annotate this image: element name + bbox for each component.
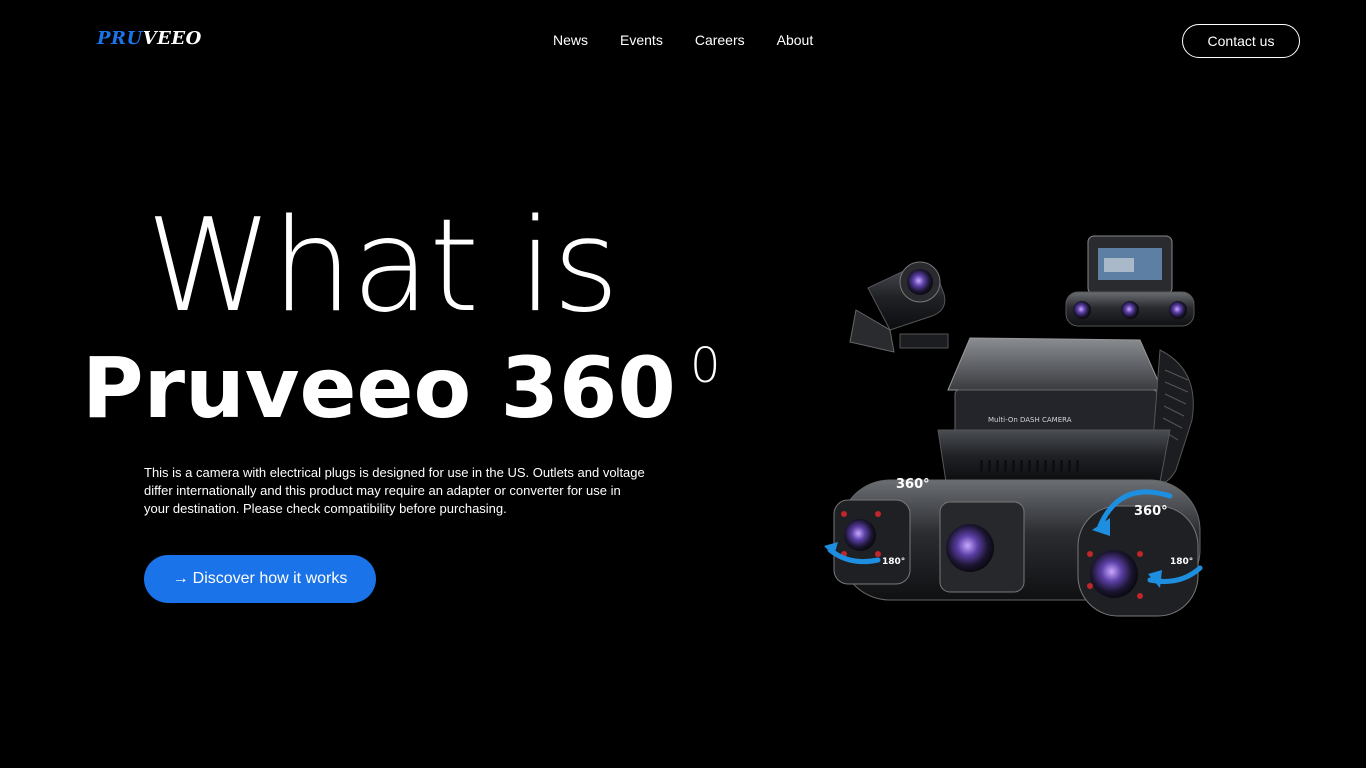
angle-label-right: 180° bbox=[1170, 557, 1193, 567]
screen-camera-illustration bbox=[1065, 235, 1195, 327]
rear-camera-illustration bbox=[849, 261, 949, 353]
discover-button-label: Discover how it works bbox=[192, 570, 348, 587]
main-camera-illustration: Multi-On DASH CAMERA bbox=[833, 337, 1201, 617]
nav-item-careers[interactable]: Careers bbox=[695, 31, 745, 49]
hero-title-line1: What is bbox=[146, 192, 619, 341]
nav-item-about[interactable]: About bbox=[777, 31, 814, 49]
page: PRUVEEO News Events Careers About Contac… bbox=[0, 0, 1366, 768]
dash-camera-image: Multi-On DASH CAMERA 360° 360° 180° 180° bbox=[824, 235, 1203, 617]
rotation-label-right: 360° bbox=[1134, 504, 1168, 519]
logo[interactable]: PRUVEEO bbox=[97, 28, 202, 50]
main-nav: News Events Careers About bbox=[553, 31, 813, 49]
camera-brand-text: Multi-On DASH CAMERA bbox=[988, 416, 1072, 424]
discover-button[interactable]: → Discover how it works bbox=[144, 555, 376, 603]
rotation-label-left: 360° bbox=[896, 477, 930, 492]
contact-us-button[interactable]: Contact us bbox=[1182, 24, 1300, 58]
hero-title-superscript: 0 bbox=[690, 338, 721, 394]
arrow-right-icon: → bbox=[172, 570, 189, 587]
nav-item-news[interactable]: News bbox=[553, 31, 588, 49]
nav-item-events[interactable]: Events bbox=[620, 31, 663, 49]
logo-part-accent: PRU bbox=[97, 28, 143, 49]
angle-label-left: 180° bbox=[882, 557, 905, 567]
logo-part-rest: VEEO bbox=[142, 28, 202, 49]
hero-description: This is a camera with electrical plugs i… bbox=[144, 465, 645, 516]
hero-title-line2: Pruveeo 360 bbox=[82, 339, 676, 437]
